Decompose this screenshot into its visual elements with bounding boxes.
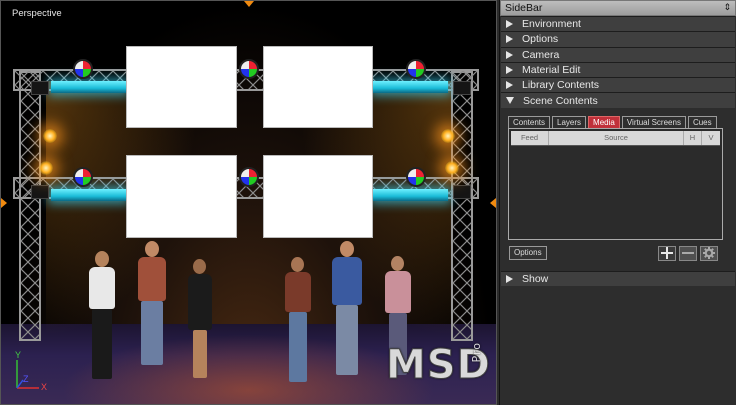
add-media-button[interactable]	[658, 245, 676, 261]
gear-icon	[703, 247, 715, 260]
section-show[interactable]: Show	[501, 270, 735, 287]
led-bar-top-left	[51, 81, 126, 93]
rgb-light[interactable]	[406, 167, 426, 187]
character-model[interactable]	[281, 257, 315, 383]
spotlight[interactable]	[441, 129, 455, 143]
column-header-source[interactable]: Source	[549, 130, 684, 145]
section-label: Environment	[522, 18, 581, 31]
truss-left-column	[19, 71, 41, 341]
viewport-top-marker[interactable]	[244, 1, 254, 7]
tab-media[interactable]: Media	[588, 115, 620, 128]
video-screen-top-left[interactable]	[126, 46, 237, 128]
viewport-left-marker[interactable]	[1, 198, 7, 208]
expand-arrow-icon	[506, 81, 513, 90]
video-screen-bottom-right[interactable]	[263, 155, 373, 238]
lamp-fixture[interactable]	[453, 185, 471, 199]
character-model[interactable]	[83, 251, 123, 381]
character-model[interactable]	[133, 241, 171, 366]
lamp-fixture[interactable]	[453, 81, 471, 95]
section-label: Camera	[522, 48, 560, 61]
character-model[interactable]	[183, 259, 217, 379]
section-scene-contents[interactable]: Scene Contents	[501, 92, 735, 108]
expand-arrow-icon	[506, 35, 513, 44]
section-label: Material Edit	[522, 64, 581, 77]
viewport-label: Perspective	[12, 8, 62, 19]
expand-arrow-icon	[506, 274, 513, 283]
section-label: Options	[522, 33, 559, 46]
collapse-arrow-icon	[506, 97, 514, 105]
section-label: Show	[522, 272, 549, 285]
logo-subtext: Pro	[470, 342, 483, 363]
scene-contents-tabs: Contents Layers Media Virtual Screens Cu…	[508, 115, 719, 128]
sidebar: SideBar ⇕ Environment Options Camera Mat…	[499, 0, 736, 405]
video-screen-bottom-left[interactable]	[126, 155, 237, 238]
lamp-fixture[interactable]	[31, 81, 49, 95]
3d-viewport[interactable]: Perspective MSD Pro Y Z X	[0, 0, 497, 405]
axis-z-label: Z	[23, 374, 29, 384]
tab-layers[interactable]: Layers	[552, 115, 587, 128]
video-screen-top-right[interactable]	[263, 46, 373, 128]
section-library-contents[interactable]: Library Contents	[501, 77, 735, 93]
rgb-light[interactable]	[239, 167, 259, 187]
led-bar-middle-right	[373, 189, 448, 201]
rgb-light[interactable]	[406, 59, 426, 79]
led-bar-top-right	[373, 81, 448, 93]
truss-right-column	[451, 71, 473, 341]
tab-cues[interactable]: Cues	[687, 115, 717, 128]
section-environment[interactable]: Environment	[501, 16, 735, 32]
msd-pro-logo: MSD Pro	[386, 340, 491, 390]
section-material-edit[interactable]: Material Edit	[501, 61, 735, 78]
tab-contents[interactable]: Contents	[508, 115, 551, 128]
section-camera[interactable]: Camera	[501, 46, 735, 62]
minus-icon	[682, 252, 694, 255]
section-label: Scene Contents	[523, 94, 598, 107]
column-header-h[interactable]: H	[684, 130, 702, 145]
tab-virtual-screens[interactable]: Virtual Screens	[621, 115, 686, 128]
character-model[interactable]	[327, 241, 367, 376]
spotlight[interactable]	[445, 161, 459, 175]
media-table-header: Feed Source H V	[511, 130, 720, 145]
column-header-feed[interactable]: Feed	[511, 130, 549, 145]
sidebar-titlebar[interactable]: SideBar ⇕	[500, 0, 736, 16]
lamp-fixture[interactable]	[31, 185, 49, 199]
rgb-light[interactable]	[239, 59, 259, 79]
section-label: Library Contents	[522, 79, 600, 92]
media-table: Feed Source H V	[508, 127, 723, 240]
section-options[interactable]: Options	[501, 31, 735, 47]
spotlight[interactable]	[43, 129, 57, 143]
axis-y-label: Y	[15, 350, 22, 360]
expand-arrow-icon	[506, 50, 513, 59]
expand-arrow-icon	[506, 66, 513, 75]
sidebar-title: SideBar	[505, 2, 543, 14]
spotlight[interactable]	[39, 161, 53, 175]
remove-media-button[interactable]	[679, 245, 697, 261]
media-settings-button[interactable]	[700, 245, 718, 261]
rgb-light[interactable]	[73, 167, 93, 187]
viewport-right-marker[interactable]	[490, 198, 496, 208]
column-header-v[interactable]: V	[702, 130, 720, 145]
rgb-light[interactable]	[73, 59, 93, 79]
led-bar-middle-left	[51, 189, 126, 201]
plus-icon	[661, 247, 673, 260]
axis-x-label: X	[41, 382, 48, 392]
media-options-button[interactable]: Options	[509, 245, 547, 260]
expand-arrow-icon	[506, 20, 513, 29]
scene-contents-panel: Contents Layers Media Virtual Screens Cu…	[501, 107, 735, 266]
axis-gizmo: Y Z X	[9, 350, 53, 396]
pin-icon[interactable]: ⇕	[723, 2, 731, 13]
media-list[interactable]	[511, 144, 720, 237]
